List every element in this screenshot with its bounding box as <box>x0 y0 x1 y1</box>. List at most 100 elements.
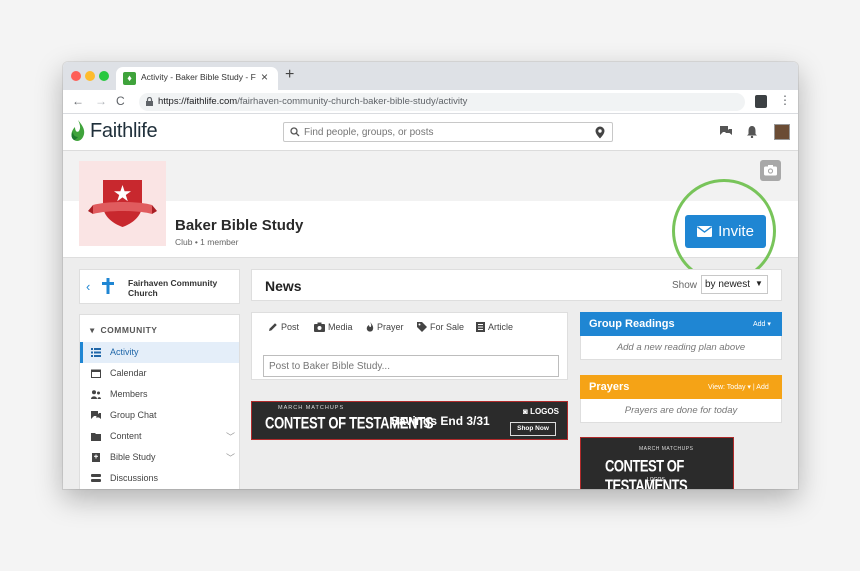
sidebar-item-group-chat[interactable]: Group Chat <box>80 405 239 426</box>
sidebar-item-activity[interactable]: Activity <box>80 342 239 363</box>
post-action-article[interactable]: Article <box>476 322 513 332</box>
post-action-media[interactable]: Media <box>314 322 353 332</box>
post-action-for-sale[interactable]: For Sale <box>417 322 464 332</box>
collapse-caret-icon: ▾ <box>90 325 95 335</box>
sidebar-item-bible-study[interactable]: Bible Study ﹀ <box>80 447 239 468</box>
group-chat-icon <box>91 411 101 419</box>
shield-banner-icon <box>88 180 157 227</box>
ad-brand: ◙ LOGOS <box>523 407 559 416</box>
invite-label: Invite <box>718 223 754 240</box>
community-section-title[interactable]: ▾ COMMUNITY <box>90 325 157 336</box>
action-label: Media <box>328 322 353 332</box>
maximize-window-button[interactable] <box>99 71 109 81</box>
group-readings-header: Group Readings Add ▾ <box>580 312 782 336</box>
forward-button[interactable]: → <box>95 94 107 108</box>
camera-icon <box>764 165 777 176</box>
show-label: Show <box>672 280 698 291</box>
sidebar-item-discussions[interactable]: Discussions <box>80 468 239 489</box>
browser-menu-icon[interactable]: ⋮ <box>779 93 791 107</box>
calendar-icon <box>91 369 101 378</box>
side-ad-brand: LOGOS <box>647 477 665 483</box>
minimize-window-button[interactable] <box>85 71 95 81</box>
sidebar-item-calendar[interactable]: Calendar <box>80 363 239 384</box>
pencil-icon <box>269 323 277 331</box>
url-text: https://faithlife.com/fairhaven-communit… <box>158 96 467 107</box>
extension-icon[interactable] <box>755 95 767 108</box>
post-input[interactable] <box>263 355 559 377</box>
omnibox[interactable]: https://faithlife.com/fairhaven-communit… <box>139 93 745 111</box>
site-header: Faithlife <box>63 114 798 151</box>
group-name: Baker Bible Study <box>175 217 304 234</box>
sidebar-item-members[interactable]: Members <box>80 384 239 405</box>
site-logo[interactable]: Faithlife <box>90 120 158 143</box>
article-icon <box>476 322 485 332</box>
change-cover-button[interactable] <box>760 160 781 181</box>
invite-button[interactable]: Invite <box>685 215 766 248</box>
news-title: News <box>265 278 302 294</box>
flame-icon <box>366 322 374 332</box>
search-input[interactable] <box>304 125 584 140</box>
folder-icon <box>91 433 101 441</box>
tab-title: Activity - Baker Bible Study - F <box>141 72 256 82</box>
contest-side-ad[interactable]: MARCH MATCHUPS CONTEST OF TESTAMENTS LOG… <box>580 437 734 489</box>
search-icon <box>290 127 300 137</box>
new-tab-button[interactable]: + <box>285 66 294 84</box>
ad-savings: Savings End 3/31 <box>391 414 490 428</box>
sidebar-item-label: Activity <box>110 347 139 357</box>
browser-tab[interactable]: ♦ Activity - Baker Bible Study - F × <box>116 67 278 90</box>
address-bar-row: ← → C https://faithlife.com/fairhaven-co… <box>63 90 798 114</box>
add-reading-plan-link[interactable]: Add ▾ <box>753 320 771 328</box>
sidebar-item-label: Group Chat <box>110 410 157 420</box>
url-host: https://faithlife.com <box>158 96 238 107</box>
lock-icon <box>146 97 153 106</box>
back-chevron-icon[interactable]: ‹ <box>86 279 90 294</box>
sidebar-item-content[interactable]: Content ﹀ <box>80 426 239 447</box>
ad-brand-text: LOGOS <box>530 407 559 416</box>
sidebar-item-label: Discussions <box>110 473 159 483</box>
close-window-button[interactable] <box>71 71 81 81</box>
post-action-prayer[interactable]: Prayer <box>366 322 404 332</box>
chevron-down-icon[interactable]: ﹀ <box>226 430 235 443</box>
group-page: Baker Bible Study Club • 1 member Invite… <box>63 151 798 489</box>
contest-ad-banner[interactable]: MARCH MATCHUPS CONTEST OF TESTAMENTS Sav… <box>251 401 568 440</box>
back-button[interactable]: ← <box>72 94 84 108</box>
post-action-post[interactable]: Post <box>268 322 299 332</box>
action-label: Prayer <box>377 322 404 332</box>
site-search[interactable] <box>283 122 613 142</box>
news-header: News Show by newest ▼ <box>251 269 782 301</box>
prayers-title: Prayers <box>589 381 630 393</box>
notifications-bell-icon[interactable] <box>746 125 758 138</box>
user-avatar[interactable] <box>774 124 790 140</box>
tab-close-icon[interactable]: × <box>261 70 268 84</box>
action-label: For Sale <box>430 322 465 332</box>
members-icon <box>91 390 101 399</box>
discussions-icon <box>91 474 101 482</box>
side-ad-kicker: MARCH MATCHUPS <box>639 446 694 452</box>
sidebar-item-label: Content <box>110 431 142 441</box>
sidebar-item-label: Members <box>110 389 148 399</box>
cross-icon <box>102 278 114 294</box>
church-name: Fairhaven Community Church <box>128 278 218 298</box>
group-readings-empty: Add a new reading plan above <box>580 336 782 360</box>
prayers-view-add-link[interactable]: View: Today ▾ | Add <box>708 383 769 391</box>
action-label: Article <box>488 322 514 332</box>
section-title-text: COMMUNITY <box>100 325 158 335</box>
prayers-empty: Prayers are done for today <box>580 399 782 423</box>
parent-church-card[interactable]: ‹ Fairhaven Community Church <box>79 269 240 304</box>
reload-button[interactable]: C <box>116 94 125 108</box>
camera-icon <box>314 322 325 332</box>
sort-select[interactable]: by newest ▼ <box>701 275 768 294</box>
logos-icon: ◙ <box>523 407 531 416</box>
action-label: Post <box>281 322 300 332</box>
post-composer: Post Media Prayer For Sale Article <box>251 312 568 380</box>
price-tag-icon <box>417 322 427 332</box>
faithlife-favicon-icon: ♦ <box>123 72 136 85</box>
faithlife-flame-icon[interactable] <box>69 119 87 143</box>
chevron-down-icon[interactable]: ﹀ <box>226 451 235 464</box>
group-avatar[interactable] <box>79 161 166 246</box>
location-pin-icon[interactable] <box>595 126 605 139</box>
bible-study-icon <box>92 453 100 462</box>
shop-now-button[interactable]: Shop Now <box>510 422 556 436</box>
chat-icon[interactable] <box>719 125 733 138</box>
ad-kicker: MARCH MATCHUPS <box>278 405 345 411</box>
